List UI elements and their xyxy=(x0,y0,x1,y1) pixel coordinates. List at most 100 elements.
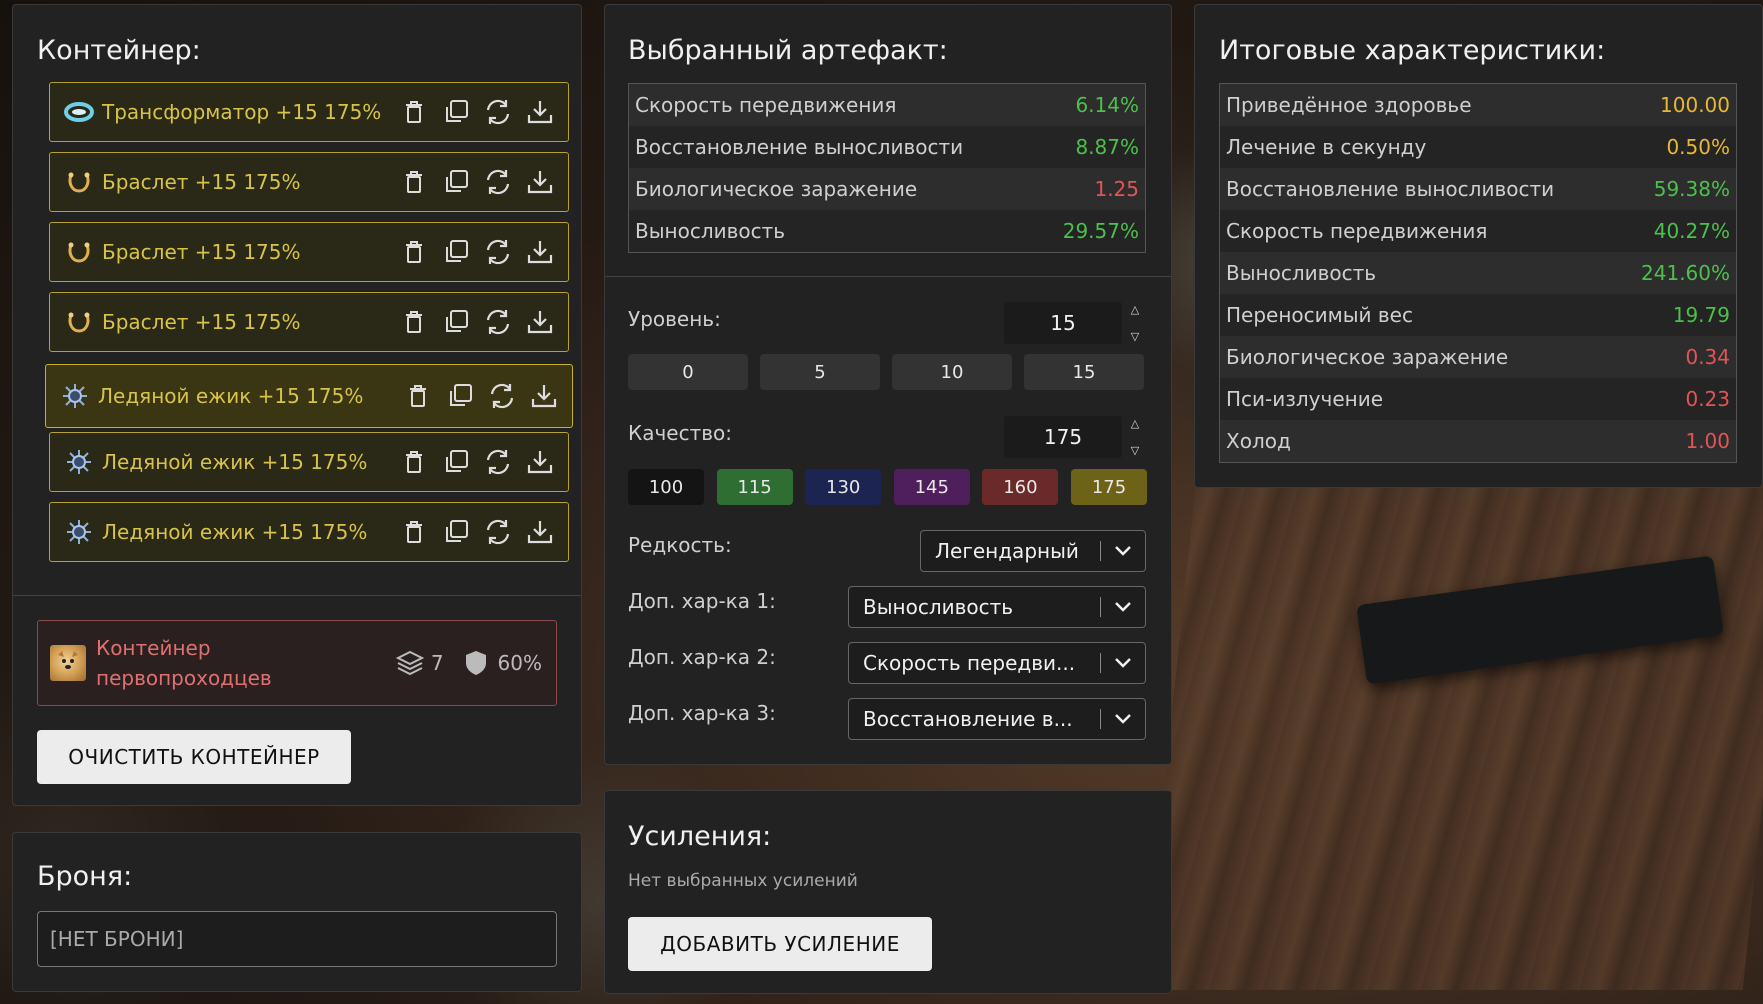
stat-label: Восстановление выносливости xyxy=(635,135,964,159)
stat-row: Биологическое заражение 0.34 xyxy=(1220,336,1736,378)
armor-title: Броня: xyxy=(37,861,133,892)
trash-icon[interactable] xyxy=(400,168,428,196)
quality-preset-button[interactable]: 145 xyxy=(893,469,970,505)
stat-value: 59.38% xyxy=(1653,177,1730,201)
refresh-icon[interactable] xyxy=(484,518,512,546)
stat-label: Восстановление выносливости xyxy=(1226,177,1555,201)
clear-container-button[interactable]: ОЧИСТИТЬ КОНТЕЙНЕР xyxy=(37,730,351,784)
bracelet-icon xyxy=(64,307,94,337)
stat-value: 1.00 xyxy=(1685,429,1730,453)
trash-icon[interactable] xyxy=(400,98,428,126)
quality-preset-button[interactable]: 115 xyxy=(716,469,793,505)
container-item[interactable]: Браслет +15 175% xyxy=(49,152,569,212)
refresh-icon[interactable] xyxy=(488,382,516,410)
trash-icon[interactable] xyxy=(400,308,428,336)
container-item[interactable]: Трансформатор +15 175% xyxy=(49,82,569,142)
container-item-name: Ледяной ежик +15 175% xyxy=(102,450,368,474)
download-icon[interactable] xyxy=(526,448,554,476)
stat-label: Выносливость xyxy=(635,219,786,243)
quality-preset-button[interactable]: 130 xyxy=(805,469,882,505)
extra1-select[interactable]: Выносливость xyxy=(848,586,1146,628)
refresh-icon[interactable] xyxy=(484,448,512,476)
chevron-down-icon[interactable] xyxy=(1101,545,1145,557)
container-item[interactable]: Ледяной ежик +15 175% xyxy=(49,432,569,492)
quality-input[interactable]: 175 xyxy=(1004,416,1122,458)
armor-panel: Броня: [НЕТ БРОНИ] xyxy=(12,832,582,992)
download-icon[interactable] xyxy=(526,238,554,266)
refresh-icon[interactable] xyxy=(484,168,512,196)
download-icon[interactable] xyxy=(530,382,558,410)
stat-row: Лечение в секунду 0.50% xyxy=(1220,126,1736,168)
doge-avatar xyxy=(50,645,86,681)
quality-preset-button[interactable]: 160 xyxy=(982,469,1059,505)
chevron-down-icon[interactable] xyxy=(1101,713,1145,725)
container-panel: Контейнер: Трансформатор +15 175% Браслет… xyxy=(12,4,582,806)
stat-label: Приведённое здоровье xyxy=(1226,93,1472,117)
add-boost-button[interactable]: ДОБАВИТЬ УСИЛЕНИЕ xyxy=(628,917,932,971)
container-item[interactable]: Ледяной ежик +15 175% xyxy=(45,364,573,428)
container-card[interactable]: Контейнер первопроходцев 7 60% xyxy=(37,620,557,706)
chevron-up-icon[interactable]: △ xyxy=(1131,417,1139,430)
level-preset-button[interactable]: 15 xyxy=(1024,354,1144,390)
copy-icon[interactable] xyxy=(442,448,470,476)
chevron-down-icon[interactable] xyxy=(1101,657,1145,669)
artifact-stats-table: Скорость передвижения 6.14% Восстановление… xyxy=(628,83,1146,253)
level-preset-button[interactable]: 0 xyxy=(628,354,748,390)
container-separator xyxy=(13,595,581,596)
quality-preset-button[interactable]: 175 xyxy=(1071,469,1147,505)
container-item-name: Браслет +15 175% xyxy=(102,170,301,194)
transformer-icon xyxy=(64,97,94,127)
stat-value: 0.50% xyxy=(1666,135,1730,159)
stat-row: Восстановление выносливости 8.87% xyxy=(629,126,1145,168)
stat-row: Приведённое здоровье 100.00 xyxy=(1220,84,1736,126)
protection-value: 60% xyxy=(497,651,542,675)
copy-icon[interactable] xyxy=(442,238,470,266)
download-icon[interactable] xyxy=(526,518,554,546)
download-icon[interactable] xyxy=(526,98,554,126)
copy-icon[interactable] xyxy=(442,168,470,196)
copy-icon[interactable] xyxy=(446,382,474,410)
stat-row: Переносимый вес 19.79 xyxy=(1220,294,1736,336)
quality-stepper[interactable]: △ ▽ xyxy=(1128,417,1142,457)
trash-icon[interactable] xyxy=(400,448,428,476)
level-input[interactable]: 15 xyxy=(1004,302,1122,344)
chevron-down-icon[interactable] xyxy=(1101,601,1145,613)
refresh-icon[interactable] xyxy=(484,98,512,126)
extra2-select[interactable]: Скорость передви... xyxy=(848,642,1146,684)
stat-row: Скорость передвижения 6.14% xyxy=(629,84,1145,126)
refresh-icon[interactable] xyxy=(484,308,512,336)
armor-field[interactable]: [НЕТ БРОНИ] xyxy=(37,911,557,967)
refresh-icon[interactable] xyxy=(484,238,512,266)
level-stepper[interactable]: △ ▽ xyxy=(1128,303,1142,343)
copy-icon[interactable] xyxy=(442,98,470,126)
container-item-name: Браслет +15 175% xyxy=(102,240,301,264)
trash-icon[interactable] xyxy=(400,518,428,546)
trash-icon[interactable] xyxy=(400,238,428,266)
extra2-value: Скорость передви... xyxy=(863,651,1076,675)
quality-preset-button[interactable]: 100 xyxy=(628,469,704,505)
stat-row: Восстановление выносливости 59.38% xyxy=(1220,168,1736,210)
extra3-select[interactable]: Восстановление в... xyxy=(848,698,1146,740)
chevron-down-icon[interactable]: ▽ xyxy=(1131,330,1139,343)
container-item[interactable]: Браслет +15 175% xyxy=(49,292,569,352)
stat-label: Выносливость xyxy=(1226,261,1377,285)
layers-icon xyxy=(395,648,425,678)
chevron-up-icon[interactable]: △ xyxy=(1131,303,1139,316)
download-icon[interactable] xyxy=(526,308,554,336)
trash-icon[interactable] xyxy=(404,382,432,410)
download-icon[interactable] xyxy=(526,168,554,196)
chevron-down-icon[interactable]: ▽ xyxy=(1131,444,1139,457)
container-item[interactable]: Ледяной ежик +15 175% xyxy=(49,502,569,562)
level-preset-button[interactable]: 5 xyxy=(760,354,880,390)
level-label: Уровень: xyxy=(628,307,721,331)
copy-icon[interactable] xyxy=(442,518,470,546)
level-preset-button[interactable]: 10 xyxy=(892,354,1012,390)
rarity-label: Редкость: xyxy=(628,533,732,557)
ice-hedgehog-icon xyxy=(64,447,94,477)
stat-value: 0.34 xyxy=(1685,345,1730,369)
copy-icon[interactable] xyxy=(442,308,470,336)
stat-value: 29.57% xyxy=(1062,219,1139,243)
container-title: Контейнер: xyxy=(37,35,201,66)
rarity-select[interactable]: Легендарный xyxy=(920,530,1146,572)
container-item[interactable]: Браслет +15 175% xyxy=(49,222,569,282)
